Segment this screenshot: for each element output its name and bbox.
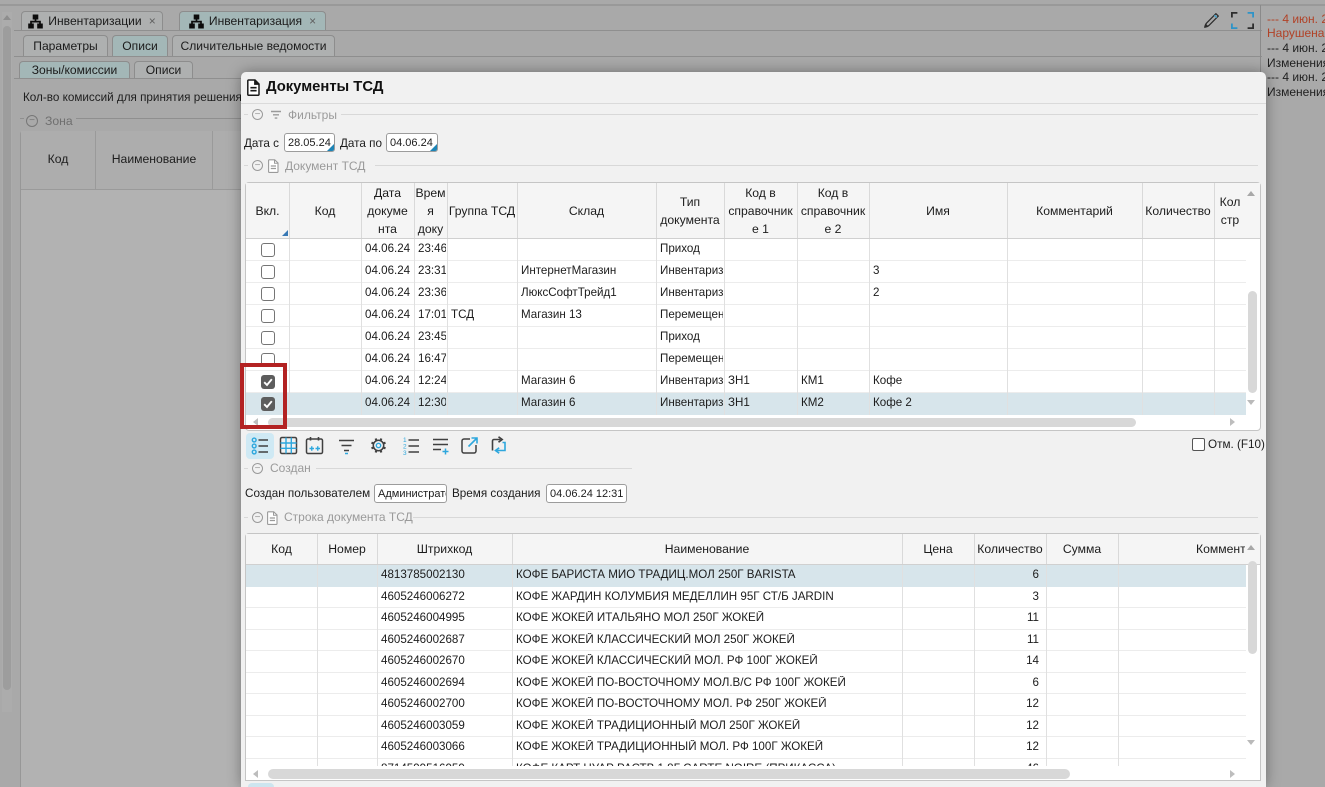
svg-text:3: 3 bbox=[403, 450, 407, 455]
